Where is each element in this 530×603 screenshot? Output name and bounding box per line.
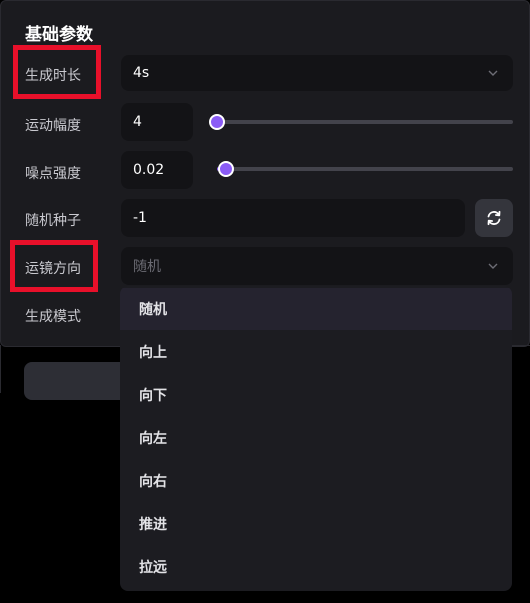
generate-button[interactable] [24, 362, 134, 400]
noise-slider[interactable] [217, 161, 513, 177]
camera-select[interactable]: 随机 [121, 247, 513, 285]
chevron-down-icon [488, 263, 498, 269]
dropdown-option-up[interactable]: 向上 [120, 331, 512, 373]
dropdown-option-down[interactable]: 向下 [120, 374, 512, 416]
duration-value: 4s [133, 65, 150, 81]
noise-slider-thumb[interactable] [218, 161, 234, 177]
seed-value: -1 [133, 210, 147, 226]
dropdown-option-pull[interactable]: 拉远 [120, 546, 512, 588]
noise-value: 0.02 [133, 162, 165, 178]
motion-slider-thumb[interactable] [209, 114, 225, 130]
seed-input[interactable]: -1 [121, 199, 465, 237]
motion-slider[interactable] [209, 114, 513, 130]
seed-label: 随机种子 [25, 213, 81, 229]
chevron-down-icon [488, 70, 498, 76]
camera-dropdown-menu: 随机 向上 向下 向左 向右 推进 拉远 [120, 286, 512, 591]
refresh-seed-button[interactable] [475, 199, 513, 237]
motion-input[interactable]: 4 [121, 103, 193, 141]
duration-select[interactable]: 4s [121, 55, 513, 91]
dropdown-option-right[interactable]: 向右 [120, 460, 512, 502]
divider [512, 345, 530, 346]
dropdown-option-random[interactable]: 随机 [120, 288, 512, 330]
mode-label: 生成模式 [25, 309, 81, 325]
highlight-camera [10, 240, 98, 292]
refresh-icon [487, 210, 501, 226]
highlight-duration [13, 45, 101, 99]
motion-value: 4 [133, 114, 142, 130]
camera-placeholder: 随机 [133, 259, 161, 275]
panel-title: 基础参数 [25, 25, 93, 45]
noise-label: 噪点强度 [25, 166, 81, 182]
dropdown-option-push[interactable]: 推进 [120, 503, 512, 545]
noise-input[interactable]: 0.02 [121, 151, 193, 189]
dropdown-option-left[interactable]: 向左 [120, 417, 512, 459]
motion-label: 运动幅度 [25, 118, 81, 134]
